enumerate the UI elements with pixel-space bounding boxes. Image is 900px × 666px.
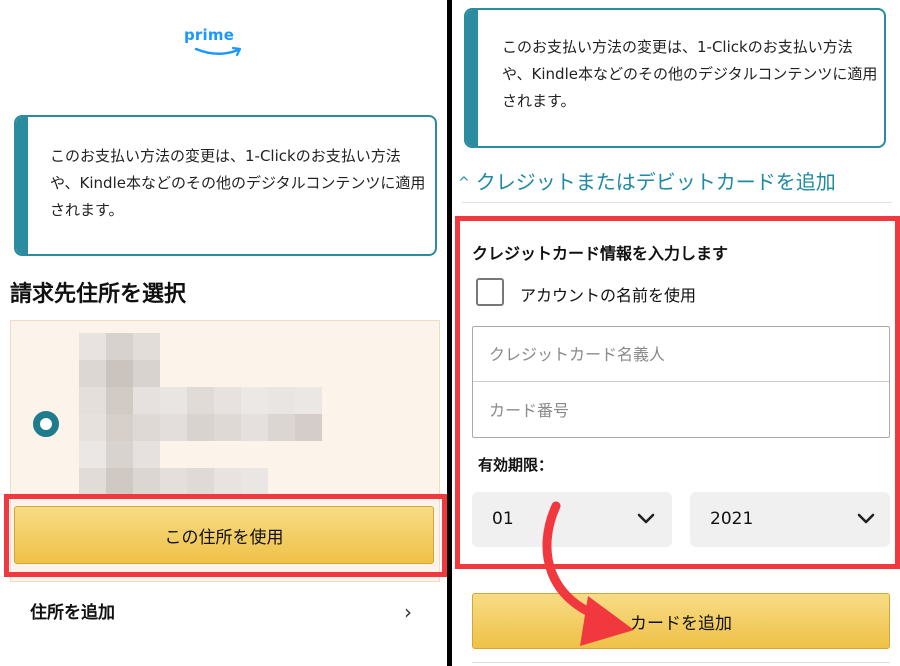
prime-logo-text: prime (184, 26, 235, 44)
notice-text: このお支払い方法の変更は、1-Clickのお支払い方法や、Kindle本などのそ… (502, 38, 878, 110)
divider (462, 202, 892, 203)
add-card-section-label: クレジットまたはデビットカードを追加 (475, 170, 836, 194)
highlight-frame-use-address (4, 494, 447, 577)
payment-change-notice: このお支払い方法の変更は、1-Clickのお支払い方法や、Kindle本などのそ… (14, 115, 437, 256)
billing-address-panel: prime このお支払い方法の変更は、1-Clickのお支払い方法や、Kindl… (0, 0, 447, 666)
add-card-panel: このお支払い方法の変更は、1-Clickのお支払い方法や、Kindle本などのそ… (452, 0, 900, 666)
payment-change-notice: このお支払い方法の変更は、1-Clickのお支払い方法や、Kindle本などのそ… (464, 8, 886, 148)
red-arrow-icon (542, 501, 634, 646)
address-radio-selected[interactable] (33, 411, 59, 437)
divider (472, 662, 890, 663)
prime-smile-icon (194, 46, 242, 57)
notice-text: このお支払い方法の変更は、1-Clickのお支払い方法や、Kindle本などのそ… (50, 147, 426, 219)
caret-up-icon: ^ (458, 175, 470, 191)
notice-accent-bar (466, 10, 478, 146)
notice-accent-bar (16, 117, 28, 254)
chevron-right-icon[interactable]: › (404, 600, 412, 624)
add-address-link[interactable]: 住所を追加 (30, 598, 115, 623)
section-title: 請求先住所を選択 (10, 282, 187, 307)
add-card-section-toggle[interactable]: ^ クレジットまたはデビットカードを追加 (458, 166, 836, 195)
prime-logo: prime (180, 24, 250, 60)
